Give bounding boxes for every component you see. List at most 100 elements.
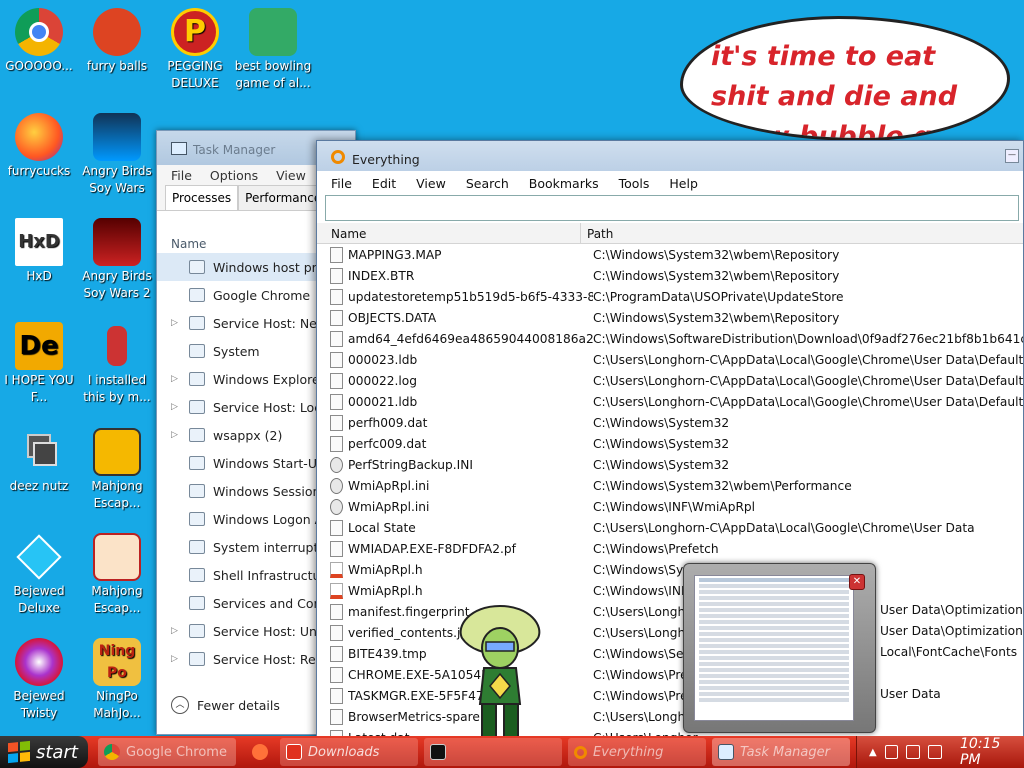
header-file-icon bbox=[330, 561, 343, 578]
process-name: Windows host proc bbox=[213, 259, 332, 275]
expand-chevron-icon[interactable]: ▷ bbox=[171, 318, 183, 328]
task-manager-icon bbox=[171, 142, 187, 155]
task-manager-thumbnail-preview[interactable]: ✕ bbox=[683, 563, 876, 733]
process-icon bbox=[189, 540, 205, 554]
angry-birds-2-icon bbox=[93, 218, 141, 266]
fewer-details-button[interactable]: ︿ Fewer details bbox=[171, 696, 280, 714]
result-row[interactable]: WmiApRpl.ini C:\Windows\System32\wbem\Per… bbox=[317, 475, 1023, 496]
result-row[interactable]: MAPPING3.MAP C:\Windows\System32\wbem\Rep… bbox=[317, 244, 1023, 265]
desktop-icon-bowling[interactable]: best bowling game of al... bbox=[234, 8, 312, 92]
close-icon[interactable]: ✕ bbox=[849, 574, 865, 590]
everything-menubar: File Edit View Search Bookmarks Tools He… bbox=[317, 171, 1023, 195]
expand-chevron-icon[interactable]: ▷ bbox=[171, 374, 183, 384]
column-header-path[interactable]: Path bbox=[581, 223, 613, 243]
character-icon bbox=[93, 322, 141, 370]
tab-performance[interactable]: Performance bbox=[238, 185, 329, 210]
desktop-icon-bejeweled-deluxe[interactable]: Bejewed Deluxe bbox=[0, 533, 78, 617]
menu-search[interactable]: Search bbox=[466, 176, 509, 191]
menu-view[interactable]: View bbox=[416, 176, 446, 191]
result-row[interactable]: amd64_4efd6469ea48659044008186a22... C:\W… bbox=[317, 328, 1023, 349]
result-path: C:\Windows\INF\WmiApRpl bbox=[593, 499, 756, 514]
result-row[interactable]: perfc009.dat C:\Windows\System32 bbox=[317, 433, 1023, 454]
taskbar-button-firefox[interactable] bbox=[246, 738, 274, 766]
speech-bubble: it's time to eat shit and die and chew b… bbox=[680, 16, 1010, 141]
expand-chevron-icon[interactable]: ▷ bbox=[171, 402, 183, 412]
network-icon[interactable] bbox=[884, 745, 899, 759]
desktop-icon-firefox[interactable]: furrycucks bbox=[0, 113, 78, 180]
process-icon bbox=[189, 456, 205, 470]
desktop-icon-angry-birds[interactable]: Angry Birds Soy Wars bbox=[78, 113, 156, 197]
search-input[interactable] bbox=[326, 196, 1018, 220]
show-hidden-icons-icon[interactable]: ▲ bbox=[869, 747, 877, 758]
everything-titlebar[interactable]: Everything — bbox=[317, 141, 1023, 171]
taskbar-button-everything[interactable]: Everything bbox=[568, 738, 706, 766]
result-row[interactable]: WMIADAP.EXE-F8DFDFA2.pf C:\Windows\Prefet… bbox=[317, 538, 1023, 559]
result-row[interactable]: Local State C:\Users\Longhorn-C\AppData\L… bbox=[317, 517, 1023, 538]
process-icon bbox=[189, 512, 205, 526]
desktop-icon-furry-balls[interactable]: furry balls bbox=[78, 8, 156, 75]
result-row[interactable]: 000022.log C:\Users\Longhorn-C\AppData\Lo… bbox=[317, 370, 1023, 391]
result-row[interactable]: OBJECTS.DATA C:\Windows\System32\wbem\Rep… bbox=[317, 307, 1023, 328]
expand-chevron-icon[interactable]: ▷ bbox=[171, 626, 183, 636]
file-icon bbox=[330, 519, 343, 536]
desktop-icon-deez-nutz[interactable]: deez nutz bbox=[0, 428, 78, 495]
result-name: OBJECTS.DATA bbox=[348, 310, 437, 325]
expand-chevron-icon[interactable]: ▷ bbox=[171, 654, 183, 664]
taskbar-button-task-manager[interactable]: Task Manager bbox=[712, 738, 850, 766]
result-row[interactable]: INDEX.BTR C:\Windows\System32\wbem\Reposi… bbox=[317, 265, 1023, 286]
minimize-button[interactable]: — bbox=[1005, 149, 1019, 163]
taskbar-button-downloads[interactable]: Downloads bbox=[280, 738, 418, 766]
result-name: perfh009.dat bbox=[348, 415, 428, 430]
search-box[interactable] bbox=[325, 195, 1019, 221]
menu-tools[interactable]: Tools bbox=[619, 176, 650, 191]
menu-help[interactable]: Help bbox=[669, 176, 698, 191]
desktop-icon-bejeweled-twist[interactable]: Bejewed Twisty bbox=[0, 638, 78, 722]
angry-birds-icon bbox=[93, 113, 141, 161]
result-row[interactable]: perfh009.dat C:\Windows\System32 bbox=[317, 412, 1023, 433]
result-path: C:\Windows\SoftwareDistribution\Download… bbox=[593, 331, 1024, 346]
flag-icon[interactable] bbox=[906, 745, 921, 759]
expand-chevron-icon[interactable]: ▷ bbox=[171, 430, 183, 440]
taskbar-button-console[interactable] bbox=[424, 738, 562, 766]
volume-icon[interactable] bbox=[928, 745, 942, 759]
desktop-icon-de[interactable]: De I HOPE YOU F... bbox=[0, 322, 78, 406]
result-row[interactable]: WmiApRpl.h C:\Windows\INF bbox=[317, 580, 1023, 601]
menu-edit[interactable]: Edit bbox=[372, 176, 396, 191]
column-header-name[interactable]: Name bbox=[317, 223, 581, 243]
desktop-icon-pegging-deluxe[interactable]: P PEGGING DELUXE bbox=[156, 8, 234, 92]
overflow-path: Local\FontCache\Fonts bbox=[880, 645, 1018, 659]
fewer-details-label: Fewer details bbox=[197, 697, 280, 713]
desktop-icon-angry-birds-2[interactable]: Angry Birds Soy Wars 2 bbox=[78, 218, 156, 302]
settings-file-icon bbox=[330, 498, 343, 515]
desktop-icon-hxd[interactable]: HxD HxD bbox=[0, 218, 78, 285]
result-path: C:\Windows\System32\wbem\Performance bbox=[593, 478, 852, 493]
desktop-icon-installed[interactable]: I installed this by m... bbox=[78, 322, 156, 406]
folder-icon bbox=[286, 744, 302, 760]
process-name: Windows Logon Ap bbox=[213, 511, 332, 527]
menu-file[interactable]: File bbox=[331, 176, 352, 191]
file-icon bbox=[330, 708, 343, 725]
result-row[interactable]: WmiApRpl.h C:\Windows\Syst bbox=[317, 559, 1023, 580]
system-tray: ▲ 10:15 PM bbox=[856, 736, 1024, 768]
clock[interactable]: 10:15 PM bbox=[960, 736, 1024, 768]
magnifier-icon bbox=[574, 745, 587, 759]
menu-view[interactable]: View bbox=[276, 168, 306, 183]
result-path: C:\Users\Longhorn-C\AppData\Local\Google… bbox=[593, 394, 1024, 409]
desktop-icon-mahjong-escape[interactable]: Mahjong Escap... bbox=[78, 428, 156, 512]
desktop-icon-ningpo[interactable]: Ning Po NingPo MahJo... bbox=[78, 638, 156, 722]
start-button[interactable]: start bbox=[0, 736, 88, 768]
menu-bookmarks[interactable]: Bookmarks bbox=[529, 176, 599, 191]
result-row[interactable]: 000023.ldb C:\Users\Longhorn-C\AppData\Lo… bbox=[317, 349, 1023, 370]
result-row[interactable]: updatestoretemp51b519d5-b6f5-4333-8... C:… bbox=[317, 286, 1023, 307]
taskbar-button-chrome[interactable]: Google Chrome bbox=[98, 738, 236, 766]
chrome-icon bbox=[15, 8, 63, 56]
menu-options[interactable]: Options bbox=[210, 168, 258, 183]
menu-file[interactable]: File bbox=[171, 168, 192, 183]
tab-processes[interactable]: Processes bbox=[165, 185, 239, 210]
desktop-icon-mahjong-escape-2[interactable]: Mahjong Escap... bbox=[78, 533, 156, 617]
result-row[interactable]: 000021.ldb C:\Users\Longhorn-C\AppData\Lo… bbox=[317, 391, 1023, 412]
result-row[interactable]: BrowserMetrics-spare... C:\Users\Longhor bbox=[317, 706, 1023, 727]
desktop-icon-chrome[interactable]: GOOOOO... bbox=[0, 8, 78, 75]
result-row[interactable]: PerfStringBackup.INI C:\Windows\System32 bbox=[317, 454, 1023, 475]
result-row[interactable]: WmiApRpl.ini C:\Windows\INF\WmiApRpl bbox=[317, 496, 1023, 517]
